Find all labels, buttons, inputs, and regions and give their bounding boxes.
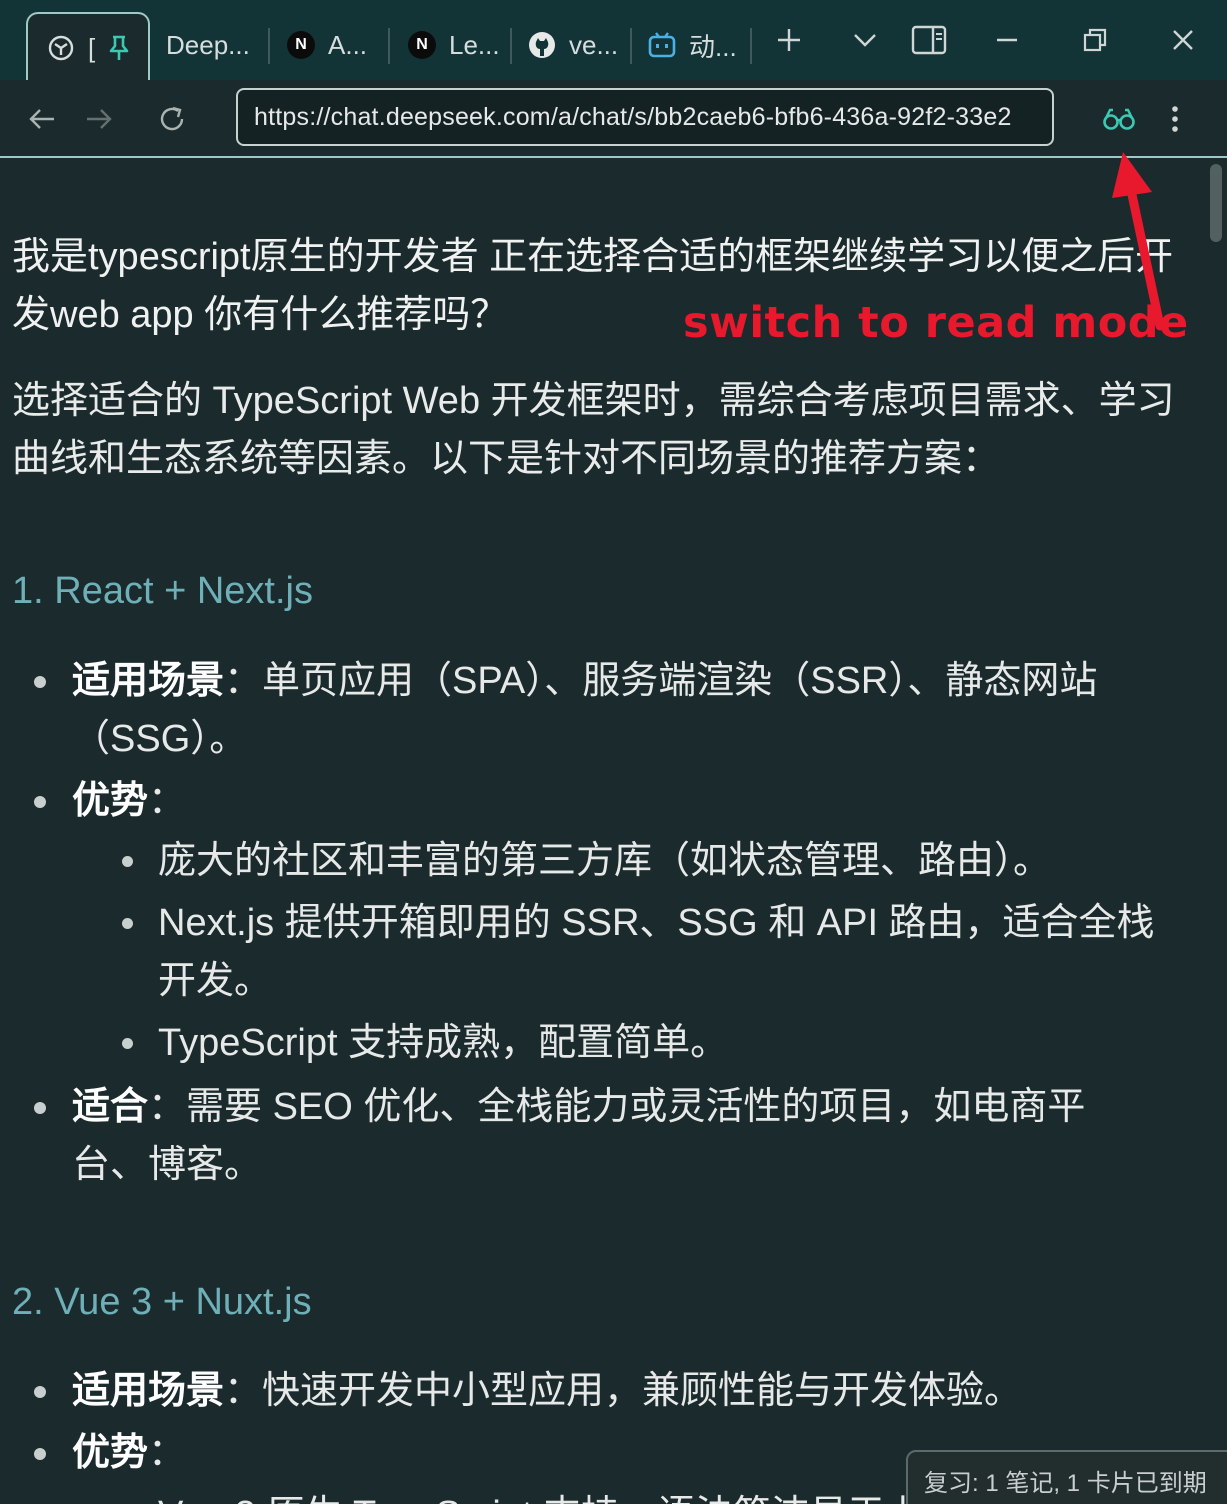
tab-nextjs-a[interactable]: N A... [286, 16, 378, 74]
pin-icon[interactable] [104, 33, 134, 63]
back-button[interactable] [20, 97, 64, 141]
tab-nextjs-le[interactable]: N Le... [407, 16, 503, 74]
list-item: 适合：需要 SEO 优化、全栈能力或灵活性的项目，如电商平台、博客。 [34, 1078, 1152, 1194]
tab-title: Le... [449, 29, 500, 60]
new-tab-button[interactable] [769, 20, 809, 60]
bullet-text: ：快速开发中小型应用，兼顾性能与开发体验。 [224, 1370, 1023, 1412]
sub-list-item: TypeScript 支持成熟，配置简单。 [122, 1014, 1168, 1072]
tab-separator [388, 28, 390, 64]
scrollbar[interactable] [1205, 158, 1227, 1504]
tab-separator [268, 28, 270, 64]
sub-list-item: 庞大的社区和丰富的第三方库（如状态管理、路由）。 [122, 832, 1168, 890]
bullet-text: ：单页应用（SPA）、服务端渲染（SSR）、静态网站（SSG）。 [72, 660, 1098, 760]
more-vertical-icon [1172, 106, 1178, 132]
tab-title: 动... [689, 31, 737, 62]
list-item: 适用场景：单页应用（SPA）、服务端渲染（SSR）、静态网站（SSG）。 [34, 652, 1162, 768]
chevron-down-icon [854, 34, 876, 47]
tab-separator [750, 28, 752, 64]
deepseek-icon [46, 33, 76, 63]
nextjs-icon: N [286, 30, 316, 60]
section-heading: 1. React + Next.js [12, 570, 313, 612]
close-button[interactable] [1163, 20, 1203, 60]
minimize-icon [997, 38, 1017, 42]
close-icon [1173, 30, 1193, 50]
chat-content: 我是typescript原生的开发者 正在选择合适的框架继续学习以便之后开发we… [0, 158, 1205, 1504]
reader-mode-icon [1103, 108, 1135, 130]
bullet-label: 适合 [72, 1086, 149, 1128]
list-item: 优势： [34, 772, 1162, 830]
restore-icon [1083, 28, 1107, 52]
nextjs-icon: N [407, 30, 437, 60]
reload-icon [160, 106, 184, 131]
bullet-label: 优势 [72, 1432, 149, 1474]
tab-strip: [ Deep... N A... N Le... ve... 动... [0, 0, 1227, 82]
plus-icon [778, 29, 800, 51]
section-heading: 2. Vue 3 + Nuxt.js [12, 1281, 312, 1323]
tab-deepseek[interactable]: Deep... [166, 16, 258, 74]
tab-title: [ [88, 32, 96, 63]
menu-button[interactable] [1153, 97, 1197, 141]
review-status-badge[interactable]: 复习: 1 笔记, 1 卡片已到期 [906, 1450, 1227, 1504]
sidebar-icon [911, 25, 947, 55]
bullet-label: 适用场景 [72, 1370, 225, 1412]
bilibili-icon [647, 30, 677, 60]
tab-bilibili[interactable]: 动... [647, 16, 741, 74]
tab-separator [630, 28, 632, 64]
bullet-text: ： [148, 1432, 187, 1474]
annotation-label: switch to read mode [683, 298, 1189, 348]
address-bar[interactable] [236, 88, 1054, 146]
scrollbar-thumb[interactable] [1210, 164, 1222, 242]
forward-button[interactable] [77, 97, 121, 141]
tab-github[interactable]: ve... [527, 16, 623, 74]
minimize-button[interactable] [987, 20, 1027, 60]
reload-button[interactable] [150, 97, 194, 141]
tab-title: Deep... [166, 29, 250, 60]
tab-list-button[interactable] [845, 20, 885, 60]
bullet-label: 适用场景 [72, 660, 225, 702]
github-icon [527, 30, 557, 60]
tab-title: ve... [569, 29, 619, 60]
list-item: 适用场景：快速开发中小型应用，兼顾性能与开发体验。 [34, 1362, 1162, 1420]
navigation-bar [0, 80, 1227, 158]
reader-mode-button[interactable] [1097, 97, 1141, 141]
tab-separator [510, 28, 512, 64]
split-view-button[interactable] [909, 20, 949, 60]
arrow-left-icon [29, 109, 54, 129]
assistant-intro: 选择适合的 TypeScript Web 开发框架时，需综合考虑项目需求、学习曲… [12, 380, 1175, 480]
arrow-right-icon [87, 109, 112, 129]
bullet-text: ：需要 SEO 优化、全栈能力或灵活性的项目，如电商平台、博客。 [72, 1086, 1086, 1186]
restore-button[interactable] [1075, 20, 1115, 60]
sub-list-item: Next.js 提供开箱即用的 SSR、SSG 和 API 路由，适合全栈开发。 [122, 894, 1168, 1010]
tab-title: A... [328, 29, 368, 60]
tab-deepseek-pinned[interactable]: [ [26, 12, 150, 82]
bullet-label: 优势 [72, 780, 149, 822]
url-input[interactable] [254, 102, 1036, 132]
bullet-text: ： [148, 780, 187, 822]
